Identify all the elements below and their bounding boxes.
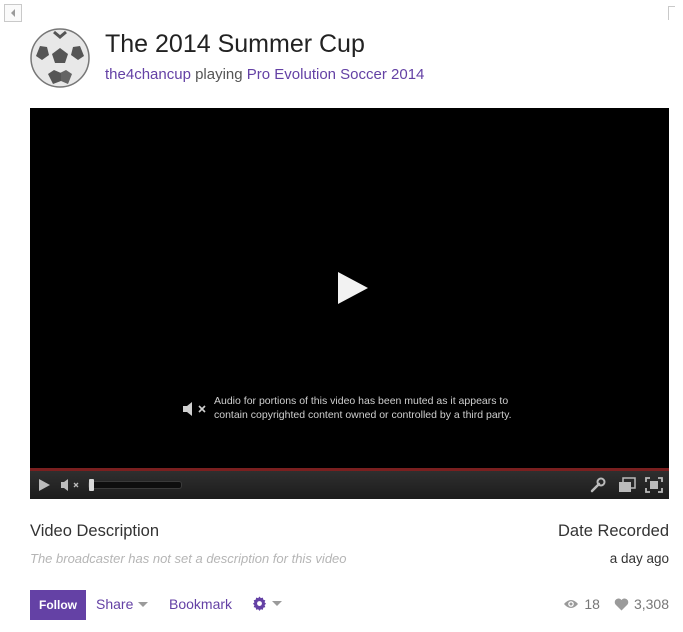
views-count: 18	[563, 596, 600, 612]
collapse-sidebar-button[interactable]	[4, 4, 22, 22]
video-player[interactable]: Audio for portions of this video has bee…	[30, 108, 669, 499]
muted-audio-notice: Audio for portions of this video has bee…	[182, 394, 544, 422]
settings-wrench-button[interactable]	[590, 477, 606, 493]
muted-notice-text: Audio for portions of this video has bee…	[214, 395, 512, 421]
corner-marker	[668, 6, 675, 20]
player-controlbar	[30, 471, 669, 499]
share-label: Share	[96, 596, 134, 612]
game-link[interactable]: Pro Evolution Soccer 2014	[247, 66, 425, 83]
eye-icon	[564, 600, 579, 608]
video-stats: 18 3,308	[563, 596, 669, 612]
page-title: The 2014 Summer Cup	[105, 30, 365, 58]
follow-button[interactable]: Follow	[30, 590, 86, 620]
fullscreen-button[interactable]	[645, 477, 663, 493]
gear-icon	[252, 596, 267, 611]
chevron-down-icon	[138, 601, 149, 607]
play-button[interactable]	[37, 478, 51, 492]
date-recorded-value: a day ago	[609, 551, 669, 566]
play-icon	[338, 272, 368, 304]
popout-icon	[619, 477, 636, 492]
views-value: 18	[584, 596, 600, 612]
fullscreen-icon	[645, 477, 663, 493]
more-options-button[interactable]	[252, 596, 282, 611]
volume-icon	[61, 479, 79, 491]
wrench-icon	[590, 477, 606, 493]
description-text: The broadcaster has not set a descriptio…	[30, 551, 347, 566]
likes-count: 3,308	[614, 596, 669, 612]
soccer-ball-avatar-icon	[30, 28, 90, 88]
chevron-down-icon	[272, 601, 282, 606]
share-button[interactable]: Share	[96, 596, 149, 612]
heart-icon	[614, 598, 629, 610]
bookmark-button[interactable]: Bookmark	[169, 596, 232, 612]
mute-icon	[183, 402, 206, 416]
playing-word: playing	[195, 66, 243, 83]
big-play-button[interactable]	[335, 270, 371, 306]
date-recorded-heading: Date Recorded	[558, 522, 669, 540]
channel-link[interactable]: the4chancup	[105, 66, 191, 83]
volume-button[interactable]	[60, 478, 84, 492]
popout-button[interactable]	[618, 477, 636, 493]
play-icon	[39, 479, 50, 491]
avatar[interactable]	[30, 28, 90, 88]
collapse-arrow-icon	[11, 9, 15, 17]
likes-value: 3,308	[633, 596, 669, 612]
stream-subtitle: the4chancup playing Pro Evolution Soccer…	[105, 66, 424, 83]
description-heading: Video Description	[30, 522, 160, 540]
volume-slider-handle[interactable]	[89, 479, 94, 491]
volume-slider[interactable]	[88, 479, 182, 491]
